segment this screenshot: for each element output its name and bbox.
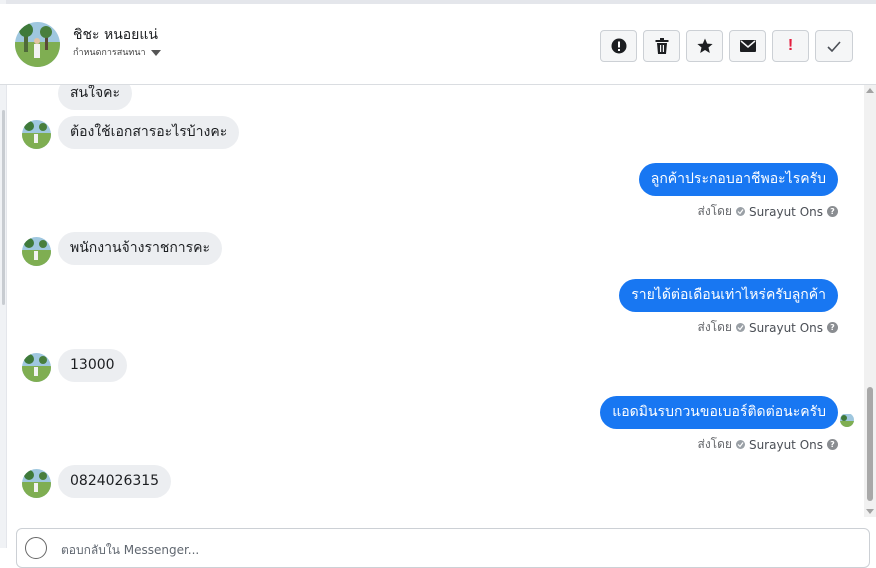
sent-by-line: ส่งโดย Surayut Ons ? bbox=[697, 318, 838, 337]
contact-avatar[interactable] bbox=[15, 22, 60, 67]
red-exclamation-icon: ! bbox=[787, 37, 794, 54]
report-button[interactable] bbox=[600, 30, 637, 62]
delete-button[interactable] bbox=[643, 30, 680, 62]
header-actions: ! bbox=[600, 30, 853, 62]
sent-by-prefix: ส่งโดย bbox=[697, 204, 732, 218]
thread-scrollbar[interactable] bbox=[864, 85, 876, 517]
conversation-options[interactable]: กำหนดการสนทนา bbox=[73, 45, 161, 59]
incoming-message: 0824026315 bbox=[58, 465, 172, 498]
help-icon[interactable]: ? bbox=[827, 439, 838, 450]
agent-badge-icon bbox=[735, 440, 745, 449]
scroll-up-arrow-icon[interactable] bbox=[866, 88, 874, 93]
sender-avatar bbox=[22, 120, 51, 149]
conversation-header: ชิชะ หนอยแน่ กำหนดการสนทนา ! bbox=[0, 4, 876, 85]
left-scroll-mark bbox=[2, 110, 5, 305]
envelope-icon bbox=[739, 40, 756, 52]
sender-avatar bbox=[22, 353, 51, 382]
outgoing-message: รายได้ต่อเดือนเท่าไหร่ครับลูกค้า bbox=[619, 279, 838, 312]
agent-badge-icon bbox=[735, 323, 745, 332]
agent-name[interactable]: Surayut Ons bbox=[749, 205, 823, 219]
trash-icon bbox=[655, 38, 668, 54]
seen-avatar bbox=[840, 413, 854, 427]
checkmark-icon bbox=[827, 40, 841, 52]
incoming-message: ต้องใช้เอกสารอะไรบ้างคะ bbox=[58, 116, 240, 149]
incoming-message: สนใจคะ bbox=[58, 85, 133, 110]
help-icon[interactable]: ? bbox=[827, 322, 838, 333]
mark-spam-button[interactable]: ! bbox=[772, 30, 809, 62]
outgoing-message: แอดมินรบกวนขอเบอร์ติดต่อนะครับ bbox=[600, 396, 838, 429]
reply-composer[interactable]: ตอบกลับใน Messenger... bbox=[16, 528, 870, 568]
sent-by-line: ส่งโดย Surayut Ons ? bbox=[697, 435, 838, 454]
sent-by-line: ส่งโดย Surayut Ons ? bbox=[697, 202, 838, 221]
agent-name[interactable]: Surayut Ons bbox=[749, 438, 823, 452]
star-icon bbox=[696, 38, 713, 53]
scroll-thumb[interactable] bbox=[867, 387, 873, 501]
message-thread[interactable]: สนใจคะ ต้องใช้เอกสารอะไรบ้างคะ ลูกค้าประ… bbox=[6, 85, 864, 517]
incoming-message: พนักงานจ้างราชการคะ bbox=[58, 232, 223, 265]
scroll-down-arrow-icon[interactable] bbox=[866, 509, 874, 514]
help-icon[interactable]: ? bbox=[827, 206, 838, 217]
agent-name[interactable]: Surayut Ons bbox=[749, 321, 823, 335]
sender-avatar bbox=[22, 469, 51, 498]
sent-by-prefix: ส่งโดย bbox=[697, 437, 732, 451]
mark-unread-button[interactable] bbox=[729, 30, 766, 62]
outgoing-message: ลูกค้าประกอบอาชีพอะไรครับ bbox=[638, 163, 838, 196]
reply-input-placeholder[interactable]: ตอบกลับใน Messenger... bbox=[61, 541, 199, 560]
chevron-down-icon[interactable] bbox=[150, 49, 161, 56]
contact-name: ชิชะ หนอยแน่ bbox=[73, 27, 158, 43]
sender-page-icon bbox=[25, 537, 47, 559]
conversation-subtitle: กำหนดการสนทนา bbox=[73, 48, 146, 58]
agent-badge-icon bbox=[735, 207, 745, 216]
alert-circle-icon bbox=[611, 38, 626, 54]
mark-done-button[interactable] bbox=[815, 30, 853, 62]
sent-by-prefix: ส่งโดย bbox=[697, 320, 732, 334]
incoming-message: 13000 bbox=[58, 349, 127, 382]
star-button[interactable] bbox=[686, 30, 723, 62]
sender-avatar bbox=[22, 237, 51, 266]
